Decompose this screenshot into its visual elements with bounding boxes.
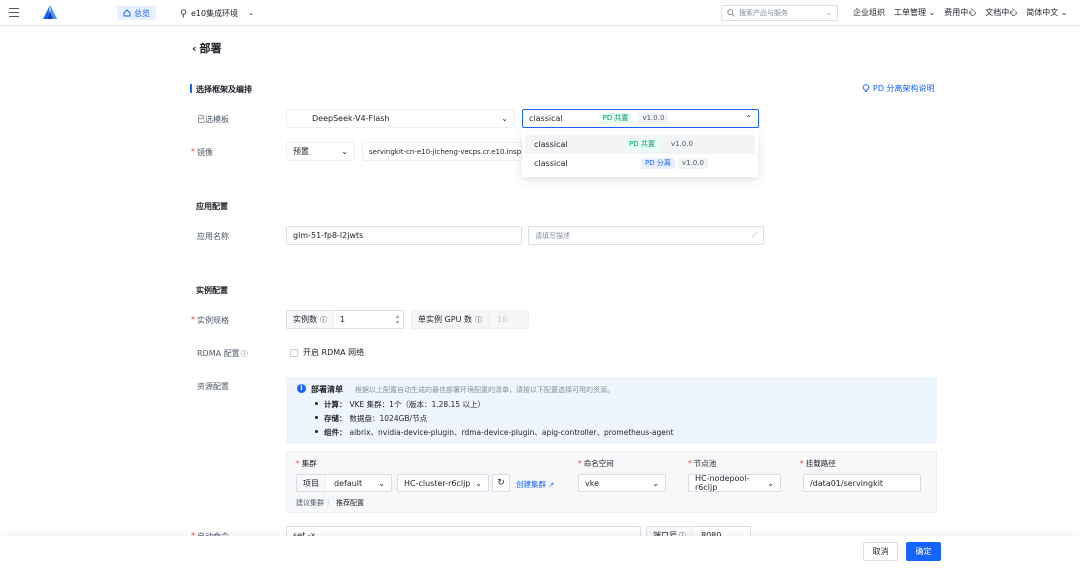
- instance-count-value: 1: [340, 315, 346, 324]
- namespace-select[interactable]: vke ⌄: [578, 474, 666, 492]
- gpu-count-field: 单实例 GPU 数 ⓘ 16: [411, 310, 529, 329]
- checkbox-icon[interactable]: [290, 348, 298, 357]
- main-content: ‹ 部署 选择框架及编排 PD 分离架构说明 已选模板 DeepSeek-V4-…: [0, 27, 1080, 568]
- arch-tag: PD 共置: [598, 113, 633, 124]
- dropdown-option[interactable]: classical PD 共置 v1.0.0: [525, 135, 755, 154]
- home-tab[interactable]: 总览: [117, 6, 156, 20]
- template-select[interactable]: DeepSeek-V4-Flash ⌄: [286, 109, 515, 128]
- search-icon: [727, 9, 735, 17]
- chevron-down-icon: ⌄: [475, 478, 482, 488]
- home-icon: [123, 9, 131, 17]
- list-item: 计算： VKE 集群：1个（版本：1.28.15 以上）: [315, 399, 485, 410]
- location-icon: [180, 8, 187, 17]
- app-name-label: 应用名称: [197, 232, 229, 241]
- search-input[interactable]: 搜索产品与服务 ⌄: [721, 5, 838, 21]
- arch-select[interactable]: classical PD 共置 v1.0.0 ⌃: [522, 109, 759, 128]
- suggest-cluster-label: 建议集群: [296, 499, 324, 507]
- chevron-down-icon: ⌄: [248, 9, 254, 17]
- list-item: 组件： aibrix、nvidia-device-plugin、rdma-devi…: [315, 427, 674, 438]
- logo[interactable]: [43, 5, 57, 19]
- cluster-panel: * 集群 * 命名空间 * 节点池 * 挂载路径 项目 default ⌄ HC-clu…: [286, 451, 937, 513]
- nodepool-header: * 节点池: [688, 459, 717, 468]
- help-icon[interactable]: ⓘ: [475, 315, 482, 325]
- instance-count-stepper[interactable]: 实例数 ⓘ 1 ▴ ▾: [286, 310, 404, 329]
- section-title-framework: 选择框架及编排: [190, 84, 252, 94]
- chevron-down-icon: ⌄: [378, 478, 385, 488]
- help-icon[interactable]: ⓘ: [320, 315, 327, 325]
- project-select[interactable]: 项目 default ⌄: [296, 474, 392, 492]
- cluster-select[interactable]: HC-cluster-r6cljp ⌄: [397, 474, 489, 492]
- resource-label: 资源配置: [197, 382, 229, 391]
- nodepool-select[interactable]: HC-nodepool-r6cljp ⌄: [688, 474, 781, 492]
- chevron-up-icon: ⌃: [745, 114, 752, 123]
- logo-icon: [43, 5, 57, 19]
- stepper-arrows-icon[interactable]: ▴ ▾: [396, 313, 399, 326]
- image-label: * 镜像: [191, 147, 213, 157]
- top-links: 企业组织 工单管理 ⌄ 费用中心 文档中心 简体中文 ⌄: [853, 7, 1068, 18]
- pd-arch-link[interactable]: PD 分离架构说明: [862, 83, 935, 94]
- app-desc-input[interactable]: 请填写描述 ⟋: [528, 226, 764, 245]
- link-ticket[interactable]: 工单管理 ⌄: [894, 7, 935, 18]
- deploy-list-panel: i 部署清单 根据以上配置自动生成的最佳部署环境配置的清单，请按以下配置选择可用…: [286, 377, 937, 444]
- env-label: e10集成环境: [191, 8, 239, 18]
- arch-dropdown: classical PD 共置 v1.0.0 classical PD 分离 v…: [522, 131, 758, 177]
- chevron-left-icon: ‹: [192, 41, 197, 55]
- spec-label: * 实例规格: [191, 315, 229, 325]
- menu-icon[interactable]: [9, 8, 19, 17]
- chevron-down-icon: ⌄: [767, 478, 774, 488]
- cancel-button[interactable]: 取消: [863, 542, 898, 561]
- search-placeholder: 搜索产品与服务: [739, 9, 788, 17]
- mount-path-input[interactable]: /data01/servingkit: [803, 474, 921, 492]
- list-item: 存储： 数据盘：1024GB/节点: [315, 413, 427, 424]
- mount-header: * 挂载路径: [800, 459, 836, 468]
- arch-version: v1.0.0: [638, 113, 669, 124]
- info-icon: i: [297, 384, 306, 393]
- refresh-icon: ↻: [497, 478, 505, 488]
- namespace-header: * 命名空间: [578, 459, 614, 468]
- recommend-config-link[interactable]: 推荐配置: [336, 498, 364, 508]
- refresh-button[interactable]: ↻: [492, 474, 510, 492]
- top-nav: 总览 e10集成环境 ⌄ 搜索产品与服务 ⌄ 企业组织 工单管理 ⌄ 费用中心 …: [0, 0, 1080, 26]
- rdma-checkbox[interactable]: 开启 RDMA 网络: [290, 347, 364, 358]
- chevron-down-icon: ⌄: [826, 9, 832, 17]
- back-button[interactable]: ‹ 部署: [192, 40, 222, 56]
- link-org[interactable]: 企业组织: [853, 7, 885, 18]
- cluster-header: * 集群: [296, 459, 317, 468]
- env-selector[interactable]: e10集成环境 ⌄: [180, 6, 254, 20]
- home-label: 总览: [134, 8, 150, 18]
- section-title-instance: 实例配置: [196, 286, 228, 295]
- lightbulb-icon: [862, 84, 870, 92]
- template-label: 已选模板: [197, 115, 229, 124]
- chevron-down-icon: ⌄: [501, 114, 508, 123]
- confirm-button[interactable]: 确定: [906, 542, 941, 561]
- app-name-input[interactable]: glm-51-fp8-l2jwts: [286, 226, 522, 245]
- footer-bar: 取消 确定: [0, 536, 1080, 568]
- chevron-down-icon: ⌄: [341, 147, 348, 156]
- chevron-down-icon: ⌄: [652, 478, 659, 488]
- page-title: 部署: [199, 42, 222, 55]
- resize-handle-icon[interactable]: ⟋: [752, 231, 757, 240]
- image-source-select[interactable]: 预置 ⌄: [286, 142, 355, 161]
- external-link-icon: ↗: [548, 481, 555, 489]
- dropdown-option[interactable]: classical PD 分离 v1.0.0: [525, 154, 755, 173]
- rdma-label: RDMA 配置ⓘ: [197, 349, 248, 358]
- divider: |: [327, 498, 330, 506]
- create-cluster-link[interactable]: 创建集群 ↗: [516, 479, 554, 490]
- help-icon: ⓘ: [240, 350, 248, 358]
- link-lang[interactable]: 简体中文 ⌄: [1026, 7, 1067, 18]
- link-docs[interactable]: 文档中心: [985, 7, 1017, 18]
- deploy-list-desc: 根据以上配置自动生成的最佳部署环境配置的清单，请按以下配置选择可用的资源。: [355, 386, 614, 394]
- section-title-app: 应用配置: [196, 202, 228, 211]
- link-billing[interactable]: 费用中心: [944, 7, 976, 18]
- image-input[interactable]: servingkit-cn-e10-jicheng-vecps.cr.e10.i…: [362, 142, 522, 161]
- deploy-list-title: 部署清单: [311, 385, 343, 394]
